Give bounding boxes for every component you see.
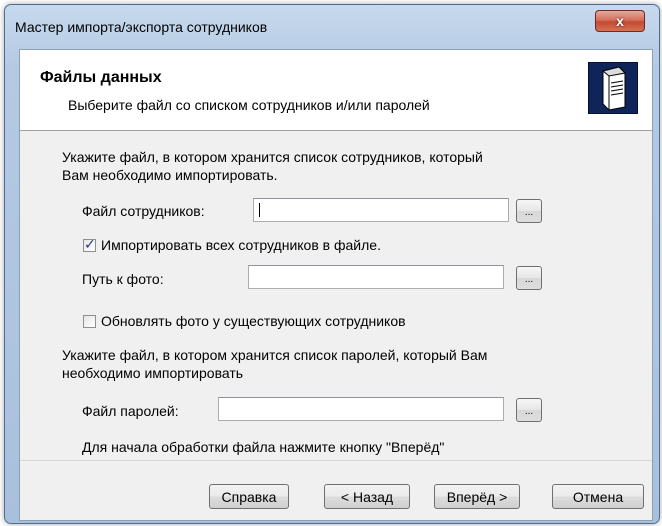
update-photo-label: Обновлять фото у существующих сотруднико…: [101, 313, 406, 329]
close-button[interactable]: x: [595, 10, 645, 32]
passwords-instruction-line1: Укажите файл, в котором хранится список …: [62, 347, 488, 363]
wizard-header: Файлы данных Выберите файл со списком со…: [20, 50, 652, 131]
passwords-instruction: Укажите файл, в котором хранится список …: [62, 346, 487, 382]
employees-file-input[interactable]: [253, 198, 509, 222]
wizard-client-area: Файлы данных Выберите файл со списком со…: [19, 49, 653, 521]
photo-browse-button[interactable]: ...: [516, 266, 542, 290]
next-button[interactable]: Вперёд >: [434, 484, 520, 509]
window-title: Мастер импорта/экспорта сотрудников: [15, 19, 268, 35]
cancel-button[interactable]: Отмена: [552, 484, 644, 509]
passwords-instruction-line2: необходимо импортировать: [62, 365, 244, 381]
employees-file-label: Файл сотрудников:: [82, 203, 205, 219]
passwords-file-input[interactable]: [218, 397, 504, 421]
update-photo-checkbox[interactable]: [83, 315, 96, 328]
employees-instruction-line1: Укажите файл, в котором хранится список …: [62, 149, 483, 165]
server-icon: [588, 62, 638, 114]
employees-browse-button[interactable]: ...: [516, 199, 542, 223]
employees-instruction-line2: Вам необходимо импортировать.: [62, 167, 278, 183]
passwords-file-label: Файл паролей:: [82, 403, 179, 419]
window-frame: Мастер импорта/экспорта сотрудников x Фа…: [4, 4, 660, 524]
back-button[interactable]: < Назад: [324, 484, 410, 509]
import-all-checkbox[interactable]: ✓: [83, 236, 96, 252]
page-title: Файлы данных: [40, 69, 162, 86]
help-button[interactable]: Справка: [209, 484, 289, 509]
checkmark-icon: ✓: [84, 236, 96, 252]
photo-path-input[interactable]: [248, 265, 504, 289]
page-subtitle: Выберите файл со списком сотрудников и/и…: [68, 97, 430, 113]
button-bar: Справка < Назад Вперёд > Отмена: [20, 460, 652, 521]
close-icon: x: [616, 13, 624, 29]
passwords-browse-button[interactable]: ...: [516, 398, 542, 422]
employees-instruction: Укажите файл, в котором хранится список …: [62, 148, 483, 184]
photo-path-label: Путь к фото:: [82, 271, 164, 287]
import-all-label: Импортировать всех сотрудников в файле.: [101, 237, 381, 253]
start-hint: Для начала обработки файла нажмите кнопк…: [82, 439, 445, 455]
